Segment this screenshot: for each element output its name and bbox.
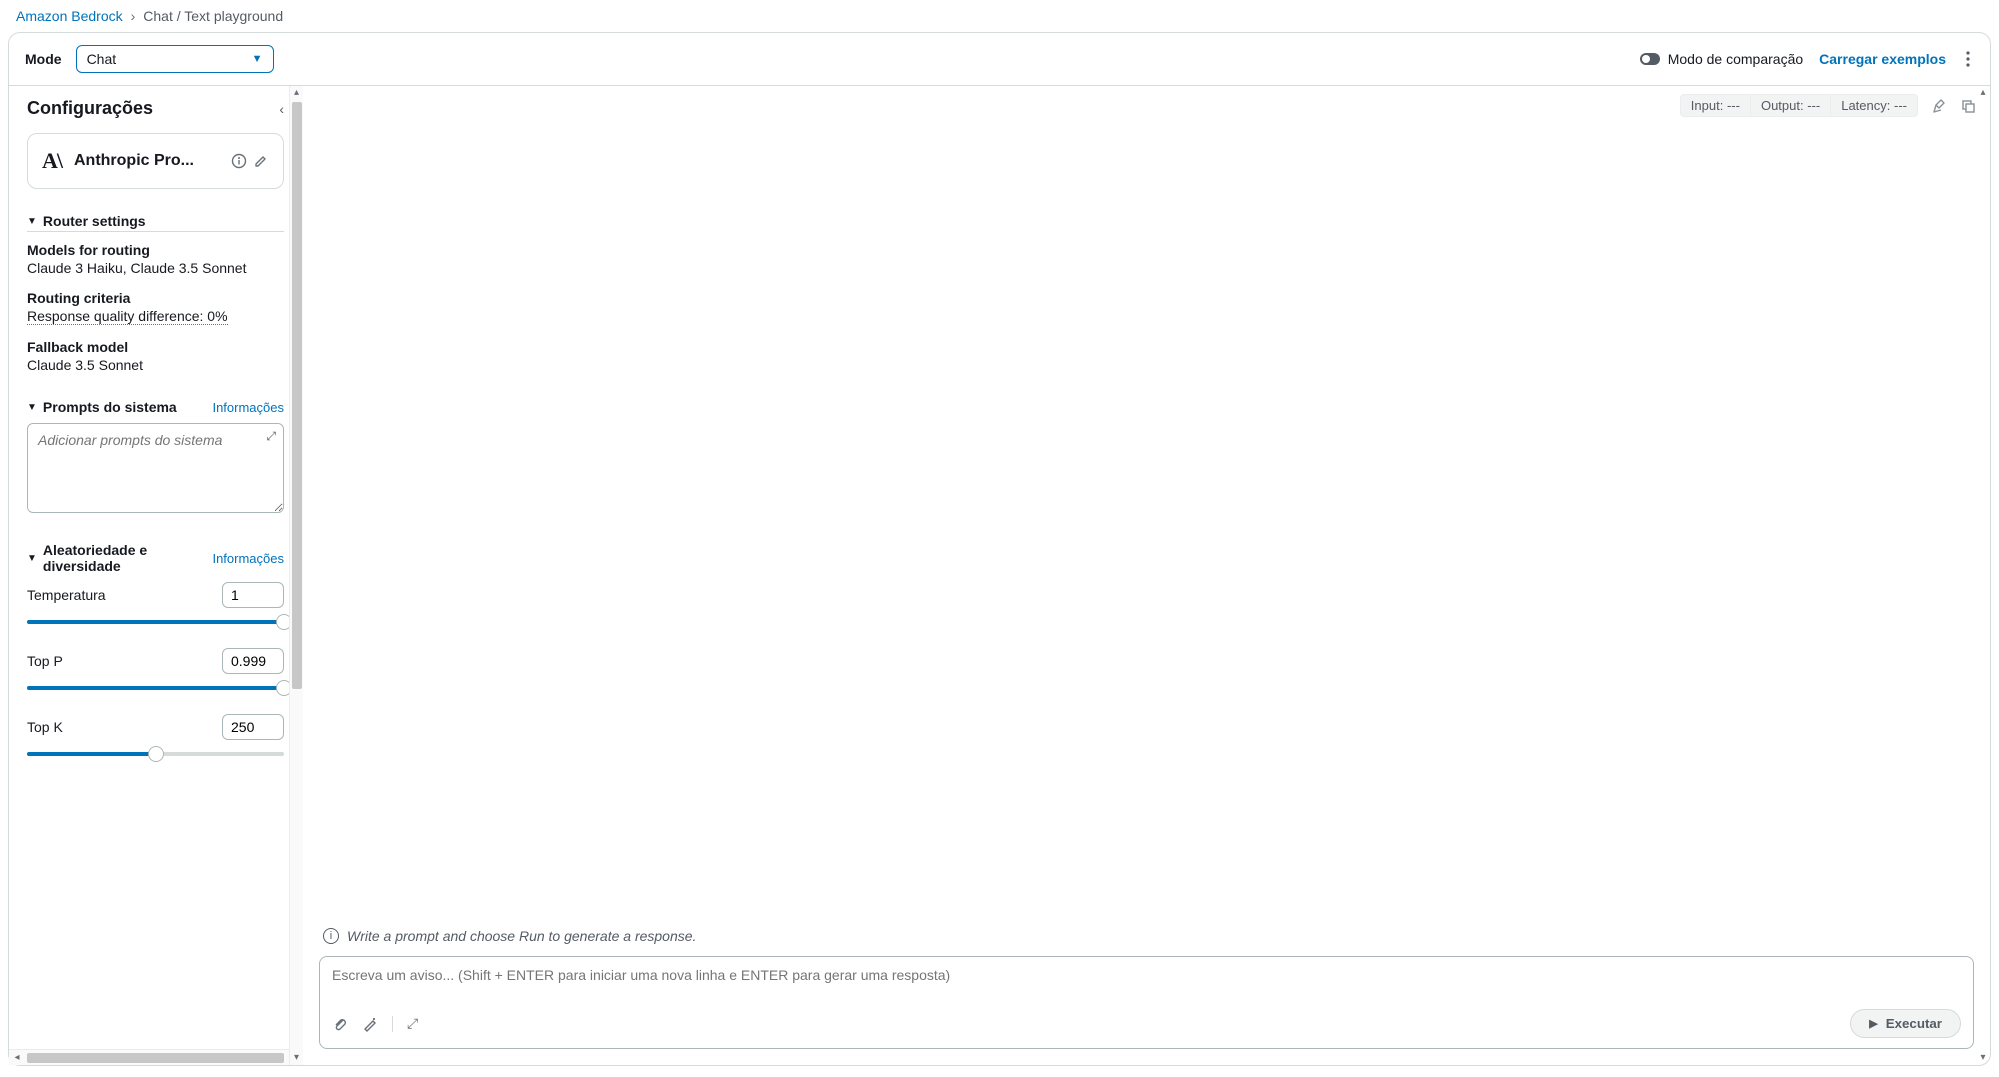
expand-icon[interactable]: ⤢ (266, 429, 276, 444)
fallback-model-value: Claude 3.5 Sonnet (27, 357, 284, 373)
model-card: A\ Anthropic Pro... (27, 133, 284, 189)
magic-icon[interactable] (362, 1016, 378, 1032)
prompt-input[interactable] (332, 967, 1961, 983)
broom-icon[interactable] (1932, 98, 1948, 114)
mode-select[interactable]: Chat ▼ (76, 45, 274, 73)
temperature-input[interactable] (222, 582, 284, 608)
metric-latency: Latency: --- (1831, 94, 1918, 117)
breadcrumb: Amazon Bedrock › Chat / Text playground (0, 0, 1999, 32)
divider (392, 1016, 393, 1032)
system-prompts-heading: Prompts do sistema (43, 399, 177, 415)
caret-down-icon: ▼ (252, 53, 263, 65)
anthropic-logo-icon: A\ (42, 148, 62, 174)
info-icon[interactable] (231, 153, 247, 169)
temperature-slider[interactable] (27, 614, 284, 630)
models-for-routing-value: Claude 3 Haiku, Claude 3.5 Sonnet (27, 260, 284, 276)
caret-down-icon[interactable]: ▼ (27, 402, 37, 413)
copy-icon[interactable] (1960, 98, 1976, 114)
edit-icon[interactable] (253, 153, 269, 169)
scroll-left-icon[interactable]: ◂ (9, 1052, 25, 1063)
scroll-down-icon[interactable]: ▾ (1980, 1051, 1985, 1065)
router-settings-heading: Router settings (43, 213, 146, 229)
compare-mode-toggle[interactable] (1640, 53, 1660, 65)
temperature-label: Temperatura (27, 587, 106, 603)
play-icon: ▶ (1869, 1017, 1877, 1030)
top-k-label: Top K (27, 719, 63, 735)
mode-label: Mode (25, 51, 62, 67)
chevron-right-icon: › (131, 8, 136, 24)
top-p-slider[interactable] (27, 680, 284, 696)
mode-select-value: Chat (87, 51, 117, 67)
info-icon: i (323, 928, 339, 944)
topbar: Mode Chat ▼ Modo de comparação Carregar … (8, 32, 1991, 86)
prompt-box: ⤢ ▶ Executar (319, 956, 1974, 1049)
compare-mode-label: Modo de comparação (1668, 51, 1803, 67)
top-p-input[interactable] (222, 648, 284, 674)
system-prompts-info-link[interactable]: Informações (212, 400, 284, 415)
caret-down-icon[interactable]: ▼ (27, 216, 37, 227)
attachment-icon[interactable] (332, 1016, 348, 1032)
caret-down-icon[interactable]: ▼ (27, 553, 37, 564)
load-examples-link[interactable]: Carregar exemplos (1819, 51, 1946, 67)
randomness-heading: Aleatoriedade e diversidade (43, 542, 213, 574)
scroll-up-icon[interactable]: ▴ (1980, 86, 1985, 100)
scroll-down-icon[interactable]: ▾ (294, 1051, 299, 1065)
model-name: Anthropic Pro... (74, 152, 219, 170)
prompt-hint: i Write a prompt and choose Run to gener… (303, 922, 1990, 950)
expand-icon[interactable]: ⤢ (407, 1015, 418, 1032)
sidebar-horizontal-scrollbar[interactable]: ◂ ▸ (9, 1049, 302, 1065)
top-k-input[interactable] (222, 714, 284, 740)
breadcrumb-current: Chat / Text playground (143, 8, 283, 24)
sidebar-title: Configurações (27, 98, 153, 119)
main-vertical-scrollbar[interactable]: ▴ ▾ (1976, 86, 1990, 1065)
scroll-up-icon[interactable]: ▴ (294, 86, 299, 100)
sidebar-vertical-scrollbar[interactable]: ▴ ▾ (289, 86, 303, 1065)
system-prompt-textarea[interactable] (27, 423, 284, 513)
metric-input: Input: --- (1680, 94, 1751, 117)
models-for-routing-label: Models for routing (27, 242, 284, 258)
sidebar: Configurações ‹ A\ Anthropic Pro... (9, 86, 303, 1065)
breadcrumb-root-link[interactable]: Amazon Bedrock (16, 8, 123, 24)
main-panel: Input: --- Output: --- Latency: --- i Wr… (303, 86, 1990, 1065)
routing-criteria-value: Response quality difference: 0% (27, 308, 228, 325)
metric-output: Output: --- (1751, 94, 1831, 117)
run-button[interactable]: ▶ Executar (1850, 1009, 1961, 1038)
randomness-info-link[interactable]: Informações (212, 551, 284, 566)
more-menu-icon[interactable] (1962, 47, 1974, 71)
top-p-label: Top P (27, 653, 63, 669)
routing-criteria-label: Routing criteria (27, 290, 284, 306)
top-k-slider[interactable] (27, 746, 284, 762)
collapse-sidebar-icon[interactable]: ‹ (279, 101, 284, 117)
fallback-model-label: Fallback model (27, 339, 284, 355)
